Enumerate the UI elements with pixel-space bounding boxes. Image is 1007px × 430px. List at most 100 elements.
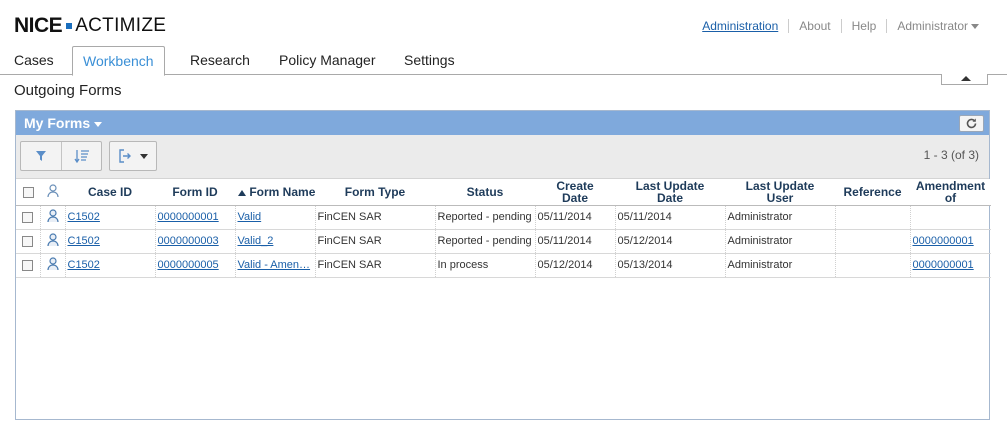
panel-header: My Forms xyxy=(16,111,989,135)
sort-button[interactable] xyxy=(61,142,101,170)
filter-icon xyxy=(36,151,46,161)
owner-column-header[interactable] xyxy=(40,179,65,206)
create-date-line-2: Date xyxy=(561,190,588,205)
tab-research[interactable]: Research xyxy=(190,46,250,75)
user-icon xyxy=(46,256,59,270)
logo-actimize: ACTIMIZE xyxy=(75,15,167,36)
chevron-down-icon xyxy=(140,153,148,159)
sort-icon xyxy=(73,150,89,163)
cell-form-type: FinCEN SAR xyxy=(315,229,436,254)
cell-create-date: 05/12/2014 xyxy=(535,253,616,278)
cell-form-id[interactable]: 0000000005 xyxy=(155,253,236,278)
row-owner xyxy=(40,205,66,230)
grid-toolbar: 1 - 3 (of 3) xyxy=(16,135,989,179)
cell-case-id[interactable]: C1502 xyxy=(65,253,156,278)
row-owner xyxy=(40,229,66,254)
export-button[interactable] xyxy=(110,142,156,170)
column-header-create-date[interactable]: Create Date xyxy=(535,179,615,206)
form-name-link[interactable]: Valid_2 xyxy=(238,235,274,247)
pager-count: 1 - 3 (of 3) xyxy=(923,148,979,162)
cell-status: In process xyxy=(435,253,536,278)
cell-last-update-date: 05/13/2014 xyxy=(615,253,726,278)
user-menu[interactable]: Administrator xyxy=(886,19,989,33)
tab-cases[interactable]: Cases xyxy=(14,46,54,75)
cell-amendment-of[interactable]: 0000000001 xyxy=(910,253,991,278)
sort-ascending-icon xyxy=(238,189,246,196)
table-row[interactable]: C1502 0000000003 Valid_2 FinCEN SAR Repo… xyxy=(16,229,991,254)
cell-status: Reported - pending xyxy=(435,205,536,230)
filter-sort-group xyxy=(20,141,102,171)
tab-workbench[interactable]: Workbench xyxy=(72,46,165,76)
column-header-form-type[interactable]: Form Type xyxy=(315,179,435,206)
cell-form-id[interactable]: 0000000001 xyxy=(155,205,236,230)
checkbox-icon xyxy=(22,235,34,247)
cell-reference xyxy=(835,253,911,278)
cell-form-name[interactable]: Valid xyxy=(235,205,316,230)
cell-case-id[interactable]: C1502 xyxy=(65,229,156,254)
cell-reference xyxy=(835,229,911,254)
cell-last-update-user: Administrator xyxy=(725,205,836,230)
column-header-last-update-date[interactable]: Last Update Date xyxy=(615,179,725,206)
column-header-status[interactable]: Status xyxy=(435,179,535,206)
my-forms-menu[interactable]: My Forms xyxy=(24,115,103,131)
user-icon xyxy=(46,184,59,197)
last-update-date-line-2: Date xyxy=(656,190,683,205)
about-link[interactable]: About xyxy=(788,19,840,33)
tab-settings[interactable]: Settings xyxy=(404,46,455,75)
top-links: Administration About Help Administrator xyxy=(692,19,989,33)
cell-create-date: 05/11/2014 xyxy=(535,229,616,254)
refresh-button[interactable] xyxy=(959,115,984,132)
forms-table: Case ID Form ID Form Name Form Type Stat… xyxy=(16,179,991,278)
select-all-checkbox[interactable] xyxy=(16,179,40,206)
cell-form-name[interactable]: Valid - Amen… xyxy=(235,253,316,278)
case-id-link[interactable]: C1502 xyxy=(68,211,100,223)
cell-status: Reported - pending xyxy=(435,229,536,254)
panel-title: My Forms xyxy=(24,115,91,131)
row-checkbox[interactable] xyxy=(16,253,41,278)
form-name-link[interactable]: Valid - Amen… xyxy=(238,259,311,271)
last-update-user-line-2: User xyxy=(766,190,794,205)
checkbox-icon xyxy=(22,186,34,198)
table-row[interactable]: C1502 0000000005 Valid - Amen… FinCEN SA… xyxy=(16,253,991,278)
form-id-link[interactable]: 0000000003 xyxy=(158,235,219,247)
column-header-last-update-user[interactable]: Last Update User xyxy=(725,179,835,206)
cell-amendment-of[interactable] xyxy=(910,205,991,230)
cell-last-update-date: 05/11/2014 xyxy=(615,205,726,230)
column-header-reference[interactable]: Reference xyxy=(835,179,910,206)
collapse-header-button[interactable] xyxy=(941,74,988,85)
amendment-of-link[interactable]: 0000000001 xyxy=(913,235,974,247)
amendment-line-2: of xyxy=(944,190,957,205)
export-icon xyxy=(119,149,131,163)
column-header-form-id[interactable]: Form ID xyxy=(155,179,235,206)
chevron-down-icon xyxy=(971,24,979,30)
column-header-case-id[interactable]: Case ID xyxy=(65,179,155,206)
filter-button[interactable] xyxy=(21,142,61,170)
cell-form-name[interactable]: Valid_2 xyxy=(235,229,316,254)
form-id-link[interactable]: 0000000005 xyxy=(158,259,219,271)
administration-link[interactable]: Administration xyxy=(692,19,788,33)
help-link[interactable]: Help xyxy=(840,19,887,33)
form-name-link[interactable]: Valid xyxy=(238,211,262,223)
cell-create-date: 05/11/2014 xyxy=(535,205,616,230)
column-header-amendment-of[interactable]: Amendment of xyxy=(910,179,991,206)
chevron-down-icon xyxy=(94,121,103,127)
case-id-link[interactable]: C1502 xyxy=(68,235,100,247)
checkbox-icon xyxy=(22,259,34,271)
nice-actimize-logo: NICE ACTIMIZE xyxy=(14,14,166,38)
cell-form-id[interactable]: 0000000003 xyxy=(155,229,236,254)
cell-case-id[interactable]: C1502 xyxy=(65,205,156,230)
column-header-form-name-label: Form Name xyxy=(249,184,315,199)
amendment-of-link[interactable]: 0000000001 xyxy=(913,259,974,271)
form-id-link[interactable]: 0000000001 xyxy=(158,211,219,223)
cell-last-update-date: 05/12/2014 xyxy=(615,229,726,254)
tab-policy-manager[interactable]: Policy Manager xyxy=(279,46,376,75)
cell-amendment-of[interactable]: 0000000001 xyxy=(910,229,991,254)
table-row[interactable]: C1502 0000000001 Valid FinCEN SAR Report… xyxy=(16,205,991,230)
page-title: Outgoing Forms xyxy=(14,82,122,99)
row-checkbox[interactable] xyxy=(16,229,41,254)
case-id-link[interactable]: C1502 xyxy=(68,259,100,271)
cell-form-type: FinCEN SAR xyxy=(315,253,436,278)
export-group xyxy=(109,141,157,171)
column-header-form-name[interactable]: Form Name xyxy=(235,179,315,206)
row-checkbox[interactable] xyxy=(16,205,41,230)
